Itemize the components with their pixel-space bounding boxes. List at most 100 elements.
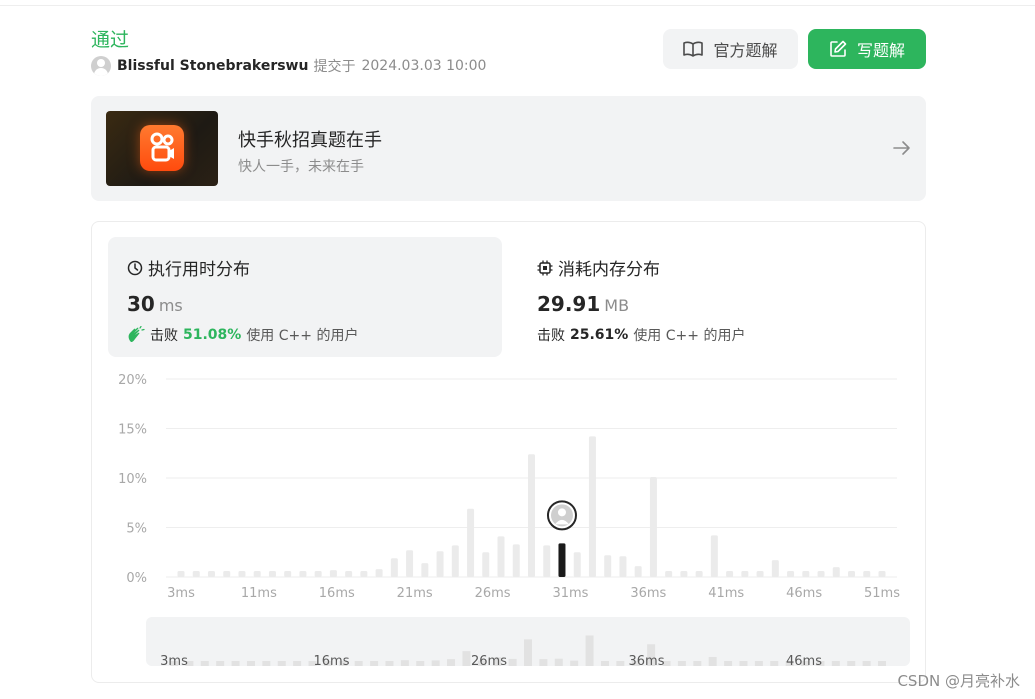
clock-icon [127, 260, 143, 275]
memory-beat: 击败 25.61% 使用 C++ 的用户 [537, 325, 745, 345]
submitted-label: 提交于 [313, 59, 356, 75]
bar[interactable] [680, 571, 688, 577]
memory-title: 消耗内存分布 [537, 255, 660, 280]
bar[interactable] [588, 436, 596, 577]
navigator-tick-label: 46ms [786, 654, 822, 669]
memory-card[interactable]: 消耗内存分布 29.91 MB 击败 25.61% 使用 C++ 的用户 [522, 237, 916, 357]
y-tick-label: 20% [118, 373, 147, 388]
bar[interactable] [284, 571, 292, 577]
navigator-bar [847, 661, 856, 666]
runtime-beat-pct: 51.08% [183, 327, 242, 343]
bar[interactable] [863, 571, 871, 577]
bar[interactable] [665, 571, 673, 577]
navigator-bar [231, 661, 240, 666]
bar[interactable] [832, 567, 840, 577]
bar[interactable] [375, 569, 383, 577]
bar-highlight[interactable] [558, 543, 566, 577]
navigator-bar [262, 661, 271, 666]
submission-status: 通过 [91, 29, 130, 51]
y-tick-label: 0% [126, 571, 147, 586]
bar[interactable] [299, 571, 307, 577]
bar[interactable] [573, 552, 581, 577]
bar[interactable] [238, 571, 246, 577]
submitter-row: Blissful Stonebrakerswu 提交于 2024.03.03 1… [91, 56, 486, 76]
bar[interactable] [787, 571, 795, 577]
official-solution-button[interactable]: 官方题解 [663, 29, 798, 69]
y-tick-label: 5% [126, 522, 147, 537]
memory-beat-label: 击败 [537, 328, 565, 344]
username-link[interactable]: Blissful Stonebrakerswu [117, 58, 308, 74]
navigator-bar [878, 661, 886, 666]
navigator-bar [431, 660, 440, 666]
runtime-beat: 击败 51.08% 使用 C++ 的用户 [127, 325, 358, 345]
bar[interactable] [756, 571, 764, 577]
runtime-beat-label: 击败 [150, 328, 178, 344]
x-tick-label: 31ms [552, 586, 588, 601]
runtime-card[interactable]: 执行用时分布 30 ms 击败 51.08% 使用 C++ 的用户 [108, 237, 502, 357]
navigator-bar [570, 660, 579, 666]
bar[interactable] [436, 551, 444, 577]
x-tick-label: 46ms [786, 586, 822, 601]
bar[interactable] [543, 545, 551, 577]
banner-title: 快手秋招真题在手 [238, 130, 382, 151]
bar[interactable] [329, 570, 337, 577]
bar[interactable] [741, 571, 749, 577]
navigator-bar [354, 661, 363, 666]
bar[interactable] [253, 571, 261, 577]
bar[interactable] [177, 571, 185, 577]
runtime-title-text: 执行用时分布 [148, 260, 250, 280]
bar[interactable] [192, 571, 200, 577]
write-solution-button[interactable]: 写题解 [808, 29, 926, 69]
navigator-bar [724, 661, 733, 666]
bar[interactable] [482, 552, 490, 577]
bar[interactable] [360, 571, 368, 577]
bar[interactable] [710, 535, 718, 577]
bar[interactable] [451, 545, 459, 577]
bar[interactable] [467, 508, 475, 577]
runtime-distribution-chart[interactable]: 20% 15% 10% 5% 0% 3ms 11ms 16ms 21ms 26ms 31ms 36ms… [0, 360, 1035, 675]
book-icon [683, 41, 704, 57]
bar[interactable] [207, 571, 215, 577]
bar[interactable] [223, 571, 231, 577]
bar[interactable] [268, 571, 276, 577]
memory-beat-pct: 25.61% [570, 327, 629, 343]
navigator-bar [862, 661, 871, 666]
navigator-bar [831, 661, 840, 666]
bar[interactable] [406, 550, 414, 577]
bar[interactable] [771, 560, 779, 577]
bar[interactable] [802, 571, 810, 577]
promo-banner[interactable]: 快手秋招真题在手 快人一手，未来在手 [91, 96, 926, 201]
bar[interactable] [314, 571, 322, 577]
bar[interactable] [528, 454, 535, 577]
memory-unit: MB [604, 296, 630, 315]
navigator-bar [754, 661, 763, 666]
bar[interactable] [634, 566, 642, 577]
clap-icon [128, 326, 145, 342]
bar[interactable] [512, 544, 520, 577]
memory-title-text: 消耗内存分布 [558, 260, 660, 280]
bar[interactable] [817, 571, 825, 577]
user-avatar[interactable] [91, 56, 111, 76]
bar[interactable] [604, 555, 612, 577]
bar[interactable] [497, 536, 505, 577]
bar[interactable] [390, 558, 398, 577]
navigator-bar [708, 656, 717, 666]
bar[interactable] [726, 571, 734, 577]
bar[interactable] [421, 563, 429, 577]
runtime-value: 30 ms [127, 292, 183, 316]
navigator-tick-label: 16ms [314, 654, 350, 669]
bar[interactable] [848, 571, 856, 577]
bar[interactable] [649, 477, 657, 577]
x-tick-label: 41ms [708, 586, 744, 601]
memory-value: 29.91 MB [537, 292, 629, 316]
bar[interactable] [345, 571, 353, 577]
bar[interactable] [695, 571, 703, 577]
official-solution-label: 官方题解 [713, 41, 778, 60]
watermark: CSDN @月亮补水 [897, 672, 1020, 690]
x-tick-label: 36ms [630, 586, 666, 601]
bar[interactable] [878, 571, 886, 577]
bar[interactable] [619, 556, 627, 577]
arrow-right-icon[interactable] [892, 138, 912, 158]
navigator-bar [277, 661, 286, 666]
edit-icon [830, 40, 847, 57]
